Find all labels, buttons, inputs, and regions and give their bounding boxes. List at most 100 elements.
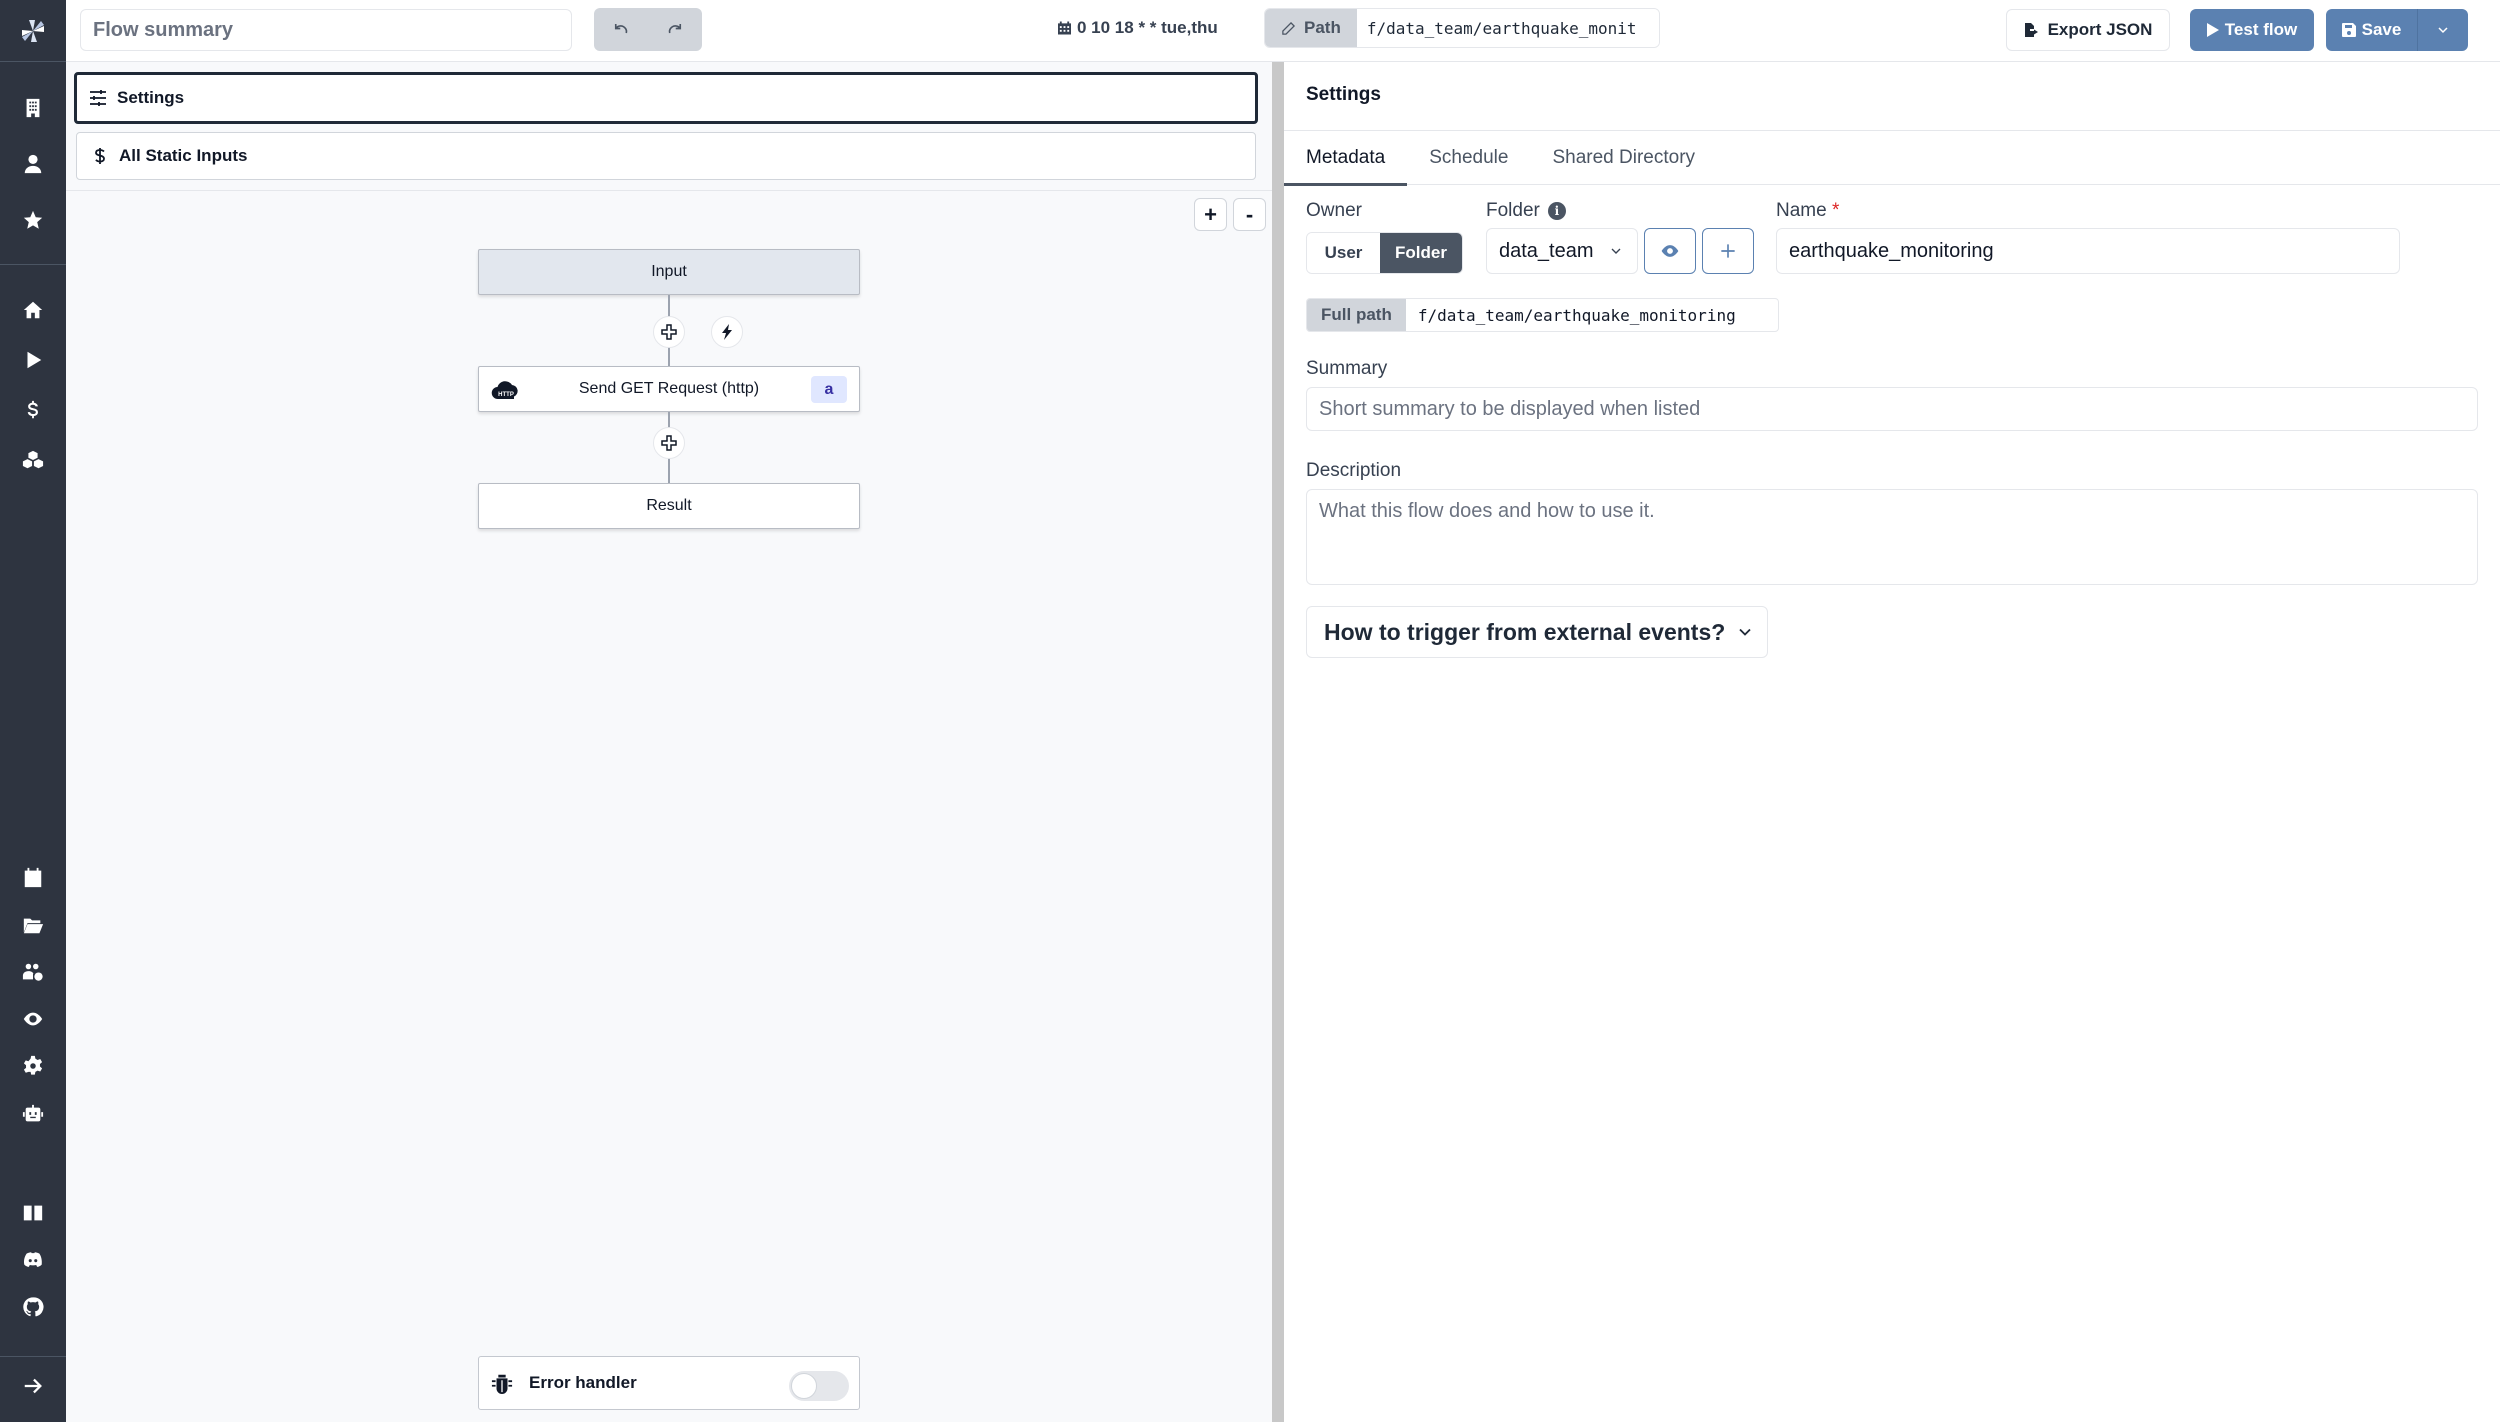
sidebar bbox=[0, 0, 66, 1422]
summary-input[interactable] bbox=[1306, 387, 2478, 431]
cubes-icon bbox=[22, 450, 44, 469]
http-cloud-icon: HTTP bbox=[491, 381, 518, 400]
name-input[interactable] bbox=[1776, 228, 2400, 274]
save-options-dropdown[interactable] bbox=[2418, 9, 2468, 51]
add-step-button-2[interactable] bbox=[653, 427, 685, 459]
export-json-label: Export JSON bbox=[2047, 20, 2153, 39]
sidebar-expand-button[interactable] bbox=[0, 1368, 66, 1404]
sidebar-item-favorites[interactable] bbox=[0, 202, 66, 238]
static-inputs-panel-label: All Static Inputs bbox=[119, 146, 248, 165]
folder-select[interactable]: data_team bbox=[1486, 228, 1638, 274]
discord-icon bbox=[23, 1252, 42, 1267]
eye-icon bbox=[23, 1012, 43, 1026]
zoom-in-button[interactable]: + bbox=[1194, 198, 1227, 231]
save-icon bbox=[2341, 23, 2356, 37]
flow-summary-input[interactable] bbox=[80, 9, 572, 51]
sidebar-item-workers[interactable] bbox=[0, 1096, 66, 1132]
name-label-wrap: Name * bbox=[1776, 200, 1839, 222]
flow-node-step-a[interactable]: HTTP Send GET Request (http) a bbox=[478, 366, 860, 412]
tab-metadata[interactable]: Metadata bbox=[1284, 131, 1408, 186]
info-icon[interactable]: i bbox=[1547, 201, 1566, 220]
sidebar-item-folders[interactable] bbox=[0, 907, 66, 943]
folder-label: Folder bbox=[1486, 200, 1540, 221]
test-flow-button[interactable]: Test flow bbox=[2190, 9, 2314, 51]
settings-pane: Settings Metadata Schedule Shared Direct… bbox=[1284, 62, 2500, 1422]
save-button[interactable]: Save bbox=[2326, 9, 2418, 51]
sidebar-item-workspace[interactable] bbox=[0, 90, 66, 126]
path-group: Path f/data_team/earthquake_monit bbox=[1264, 8, 1660, 48]
save-label: Save bbox=[2361, 20, 2402, 39]
sidebar-item-groups[interactable] bbox=[0, 954, 66, 990]
sidebar-item-docs[interactable] bbox=[0, 1195, 66, 1231]
pane-splitter[interactable] bbox=[1272, 62, 1284, 1422]
name-label: Name bbox=[1776, 200, 1827, 221]
trigger-external-events-toggle[interactable]: How to trigger from external events? bbox=[1306, 606, 1768, 658]
path-edit-button[interactable]: Path bbox=[1265, 9, 1357, 47]
zoom-out-button[interactable]: - bbox=[1233, 198, 1266, 231]
sidebar-item-audit[interactable] bbox=[0, 1001, 66, 1037]
sidebar-divider bbox=[0, 264, 66, 265]
summary-label: Summary bbox=[1306, 358, 1388, 379]
robot-icon bbox=[22, 1104, 44, 1122]
plus-outline-icon bbox=[661, 324, 677, 340]
flow-editor-pane: Settings All Static Inputs + - Input HTT… bbox=[66, 62, 1272, 1422]
book-icon bbox=[23, 1205, 43, 1221]
settings-title: Settings bbox=[1306, 84, 1381, 105]
home-icon bbox=[23, 301, 43, 319]
github-icon bbox=[23, 1297, 44, 1317]
undo-icon bbox=[614, 23, 628, 33]
test-flow-label: Test flow bbox=[2224, 20, 2298, 39]
flow-node-input[interactable]: Input bbox=[478, 249, 860, 295]
eye-icon bbox=[1661, 245, 1679, 257]
sidebar-item-resources[interactable] bbox=[0, 442, 66, 478]
error-handler: Error handler bbox=[478, 1356, 860, 1410]
schedule-indicator[interactable]: 0 10 18 * * tue,thu bbox=[1058, 18, 1218, 38]
flow-node-result[interactable]: Result bbox=[478, 483, 860, 529]
plus-outline-icon bbox=[661, 435, 677, 451]
add-folder-button[interactable] bbox=[1702, 228, 1754, 274]
add-trigger-button[interactable] bbox=[711, 316, 743, 348]
settings-panel-label: Settings bbox=[117, 88, 185, 107]
bolt-icon bbox=[722, 324, 732, 340]
schedule-cron: 0 10 18 * * tue,thu bbox=[1077, 18, 1218, 37]
settings-panel-item[interactable]: Settings bbox=[74, 72, 1258, 124]
undo-button[interactable] bbox=[594, 8, 648, 51]
play-icon bbox=[2206, 23, 2219, 37]
path-value[interactable]: f/data_team/earthquake_monit bbox=[1356, 9, 1659, 47]
settings-tabs: Metadata Schedule Shared Directory bbox=[1284, 131, 2500, 186]
tab-schedule[interactable]: Schedule bbox=[1407, 131, 1530, 185]
owner-option-folder[interactable]: Folder bbox=[1380, 233, 1462, 273]
sidebar-item-schedules[interactable] bbox=[0, 860, 66, 896]
sidebar-item-settings[interactable] bbox=[0, 1048, 66, 1084]
svg-text:HTTP: HTTP bbox=[498, 392, 514, 398]
export-json-button[interactable]: Export JSON bbox=[2006, 9, 2170, 51]
full-path-value: f/data_team/earthquake_monitoring bbox=[1417, 305, 1736, 325]
user-icon bbox=[24, 154, 42, 174]
dollar-icon bbox=[95, 148, 105, 164]
add-step-button[interactable] bbox=[653, 316, 685, 348]
trigger-label: How to trigger from external events? bbox=[1324, 618, 1726, 645]
tab-shared-directory[interactable]: Shared Directory bbox=[1530, 131, 1717, 185]
full-path: Full path f/data_team/earthquake_monitor… bbox=[1306, 298, 1779, 332]
view-folder-button[interactable] bbox=[1644, 228, 1696, 274]
description-textarea[interactable] bbox=[1306, 489, 2478, 585]
redo-button[interactable] bbox=[648, 8, 702, 51]
sidebar-item-github[interactable] bbox=[0, 1289, 66, 1325]
sidebar-item-runs[interactable] bbox=[0, 342, 66, 378]
sidebar-item-home[interactable] bbox=[0, 292, 66, 328]
sidebar-item-variables[interactable] bbox=[0, 392, 66, 428]
undo-redo-group bbox=[594, 8, 702, 51]
static-inputs-panel-item[interactable]: All Static Inputs bbox=[76, 132, 1256, 180]
input-node-label: Input bbox=[651, 263, 687, 280]
sidebar-divider-bottom bbox=[0, 1356, 66, 1357]
error-handler-toggle[interactable] bbox=[789, 1371, 849, 1401]
sidebar-item-user[interactable] bbox=[0, 146, 66, 182]
redo-icon bbox=[668, 23, 682, 33]
owner-toggle: User Folder bbox=[1306, 232, 1463, 274]
sidebar-item-discord[interactable] bbox=[0, 1242, 66, 1278]
bug-icon bbox=[491, 1374, 513, 1394]
owner-option-user[interactable]: User bbox=[1307, 233, 1380, 273]
panel-divider bbox=[66, 190, 1272, 191]
logo[interactable] bbox=[0, 0, 66, 62]
save-button-group: Save bbox=[2326, 9, 2468, 51]
